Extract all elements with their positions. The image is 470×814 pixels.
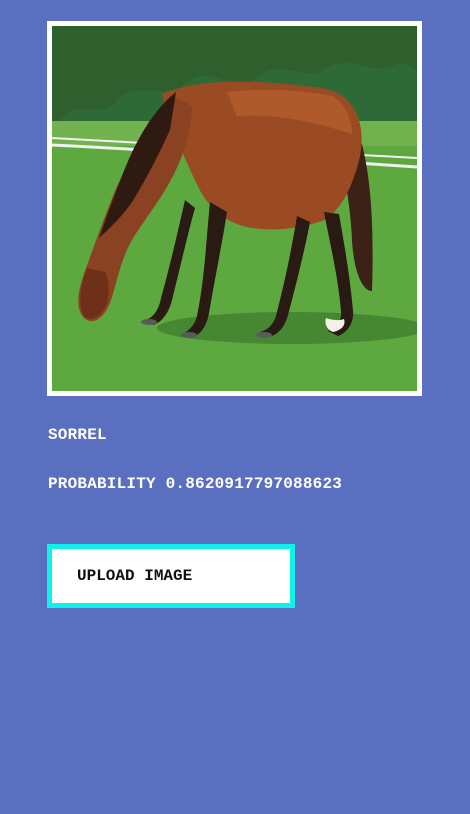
- horse-image: [52, 26, 417, 391]
- prediction-class-label: SORREL: [48, 426, 107, 444]
- prediction-probability: PROBABILITY 0.8620917797088623: [48, 475, 343, 493]
- uploaded-image-frame: [47, 21, 422, 396]
- upload-image-button[interactable]: UPLOAD IMAGE: [47, 544, 295, 608]
